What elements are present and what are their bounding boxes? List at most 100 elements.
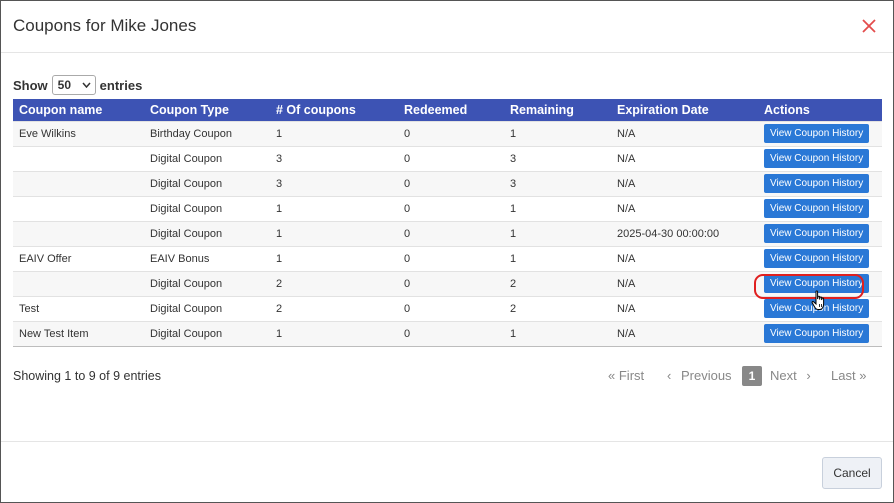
cell-coupon-name: [13, 145, 144, 171]
cell-expiration: N/A: [611, 245, 758, 271]
cell-actions: View Coupon History: [758, 145, 882, 171]
cell-redeemed: 0: [398, 170, 504, 196]
view-coupon-history-button[interactable]: View Coupon History: [764, 149, 870, 168]
cell-actions: View Coupon History: [758, 170, 882, 196]
coupons-table: Coupon name Coupon Type # Of coupons Red…: [13, 99, 882, 347]
cell-expiration: N/A: [611, 195, 758, 221]
column-header-count[interactable]: # Of coupons: [270, 99, 398, 121]
pagination-last[interactable]: Last »: [831, 366, 866, 386]
double-chevron-left-icon: «: [608, 368, 616, 383]
cell-coupon-type: Digital Coupon: [144, 270, 270, 296]
cell-actions: View Coupon History: [758, 220, 882, 246]
cell-expiration: N/A: [611, 145, 758, 171]
cell-actions: View Coupon History: [758, 195, 882, 221]
entries-per-page-select[interactable]: 50: [51, 75, 96, 95]
cell-coupon-type: Digital Coupon: [144, 295, 270, 321]
entries-per-page-value: 50: [57, 78, 72, 92]
cell-coupon-type: Digital Coupon: [144, 320, 270, 347]
cancel-button[interactable]: Cancel: [822, 457, 882, 489]
cell-redeemed: 0: [398, 220, 504, 246]
cell-remaining: 1: [504, 195, 611, 221]
cell-coupon-type: Birthday Coupon: [144, 120, 270, 146]
table-row: Eve Wilkins Birthday Coupon 1 0 1 N/A View Cou…: [13, 120, 882, 146]
cell-remaining: 1: [504, 220, 611, 246]
table-row: Digital Coupon 3 0 3 N/A View Coupon History: [13, 170, 882, 196]
cell-coupon-name: Test: [13, 295, 144, 321]
view-coupon-history-button[interactable]: View Coupon History: [764, 274, 870, 293]
close-button[interactable]: [859, 15, 879, 37]
column-header-remaining[interactable]: Remaining: [504, 99, 611, 121]
cell-count: 1: [270, 195, 398, 221]
column-header-actions: Actions: [758, 99, 882, 121]
pagination-first-label: First: [618, 368, 645, 383]
pagination-current-page[interactable]: 1: [742, 366, 762, 386]
cell-coupon-name: [13, 170, 144, 196]
cell-remaining: 3: [504, 145, 611, 171]
cell-actions: View Coupon History: [758, 320, 882, 347]
cell-coupon-name: EAIV Offer: [13, 245, 144, 271]
chevron-right-icon: ›: [806, 368, 811, 383]
view-coupon-history-button[interactable]: View Coupon History: [764, 299, 870, 318]
view-coupon-history-button[interactable]: View Coupon History: [764, 249, 870, 268]
cell-coupon-type: Digital Coupon: [144, 145, 270, 171]
cell-remaining: 3: [504, 170, 611, 196]
cell-count: 1: [270, 220, 398, 246]
cell-actions: View Coupon History: [758, 120, 882, 146]
double-chevron-right-icon: »: [859, 368, 867, 383]
cell-coupon-type: EAIV Bonus: [144, 245, 270, 271]
cell-coupon-name: [13, 270, 144, 296]
cell-count: 1: [270, 320, 398, 347]
pagination-next[interactable]: Next ›: [770, 366, 811, 386]
chevron-down-icon: [82, 82, 91, 88]
length-suffix: entries: [99, 77, 143, 93]
cell-count: 3: [270, 145, 398, 171]
cell-actions: View Coupon History: [758, 295, 882, 321]
cell-redeemed: 0: [398, 295, 504, 321]
cell-count: 2: [270, 270, 398, 296]
view-coupon-history-button[interactable]: View Coupon History: [764, 124, 870, 143]
view-coupon-history-button[interactable]: View Coupon History: [764, 224, 870, 243]
view-coupon-history-button[interactable]: View Coupon History: [764, 174, 870, 193]
coupons-modal: Coupons for Mike Jones Show 50 entries C…: [0, 0, 894, 503]
cell-redeemed: 0: [398, 320, 504, 347]
table-row: Test Digital Coupon 2 0 2 N/A View Coupon Hist…: [13, 295, 882, 321]
pagination-last-label: Last: [831, 368, 856, 383]
cell-coupon-name: [13, 220, 144, 246]
close-icon: [862, 19, 876, 33]
table-header-row: Coupon name Coupon Type # Of coupons Red…: [13, 99, 882, 121]
column-header-coupon-name[interactable]: Coupon name: [13, 99, 144, 121]
cell-expiration: N/A: [611, 120, 758, 146]
view-coupon-history-button[interactable]: View Coupon History: [764, 324, 870, 343]
cell-actions: View Coupon History: [758, 245, 882, 271]
table-row: EAIV Offer EAIV Bonus 1 0 1 N/A View Coupon Hi…: [13, 245, 882, 271]
pagination-previous[interactable]: ‹ Previous: [667, 366, 732, 386]
cell-redeemed: 0: [398, 120, 504, 146]
modal-footer: [1, 441, 893, 442]
table-info: Showing 1 to 9 of 9 entries: [13, 369, 162, 383]
cell-count: 1: [270, 245, 398, 271]
column-header-redeemed[interactable]: Redeemed: [398, 99, 504, 121]
cell-remaining: 2: [504, 295, 611, 321]
cell-count: 3: [270, 170, 398, 196]
pagination-first[interactable]: « First: [608, 366, 644, 386]
table-row: Digital Coupon 1 0 1 2025-04-30 00:00:00 View…: [13, 220, 882, 246]
table-row: Digital Coupon 2 0 2 N/A View Coupon History: [13, 270, 882, 296]
table-row: Digital Coupon 3 0 3 N/A View Coupon History: [13, 145, 882, 171]
column-header-coupon-type[interactable]: Coupon Type: [144, 99, 270, 121]
cell-actions: View Coupon History: [758, 270, 882, 296]
cell-coupon-name: [13, 195, 144, 221]
pagination-next-label: Next: [770, 368, 797, 383]
pagination-previous-label: Previous: [680, 368, 732, 383]
column-header-expiration[interactable]: Expiration Date: [611, 99, 758, 121]
view-coupon-history-button[interactable]: View Coupon History: [764, 199, 870, 218]
cell-remaining: 1: [504, 320, 611, 347]
cell-expiration: N/A: [611, 295, 758, 321]
cell-coupon-type: Digital Coupon: [144, 195, 270, 221]
cell-coupon-type: Digital Coupon: [144, 170, 270, 196]
cell-expiration: N/A: [611, 270, 758, 296]
cell-coupon-type: Digital Coupon: [144, 220, 270, 246]
length-prefix: Show: [13, 77, 48, 93]
cell-remaining: 2: [504, 270, 611, 296]
table-row: New Test Item Digital Coupon 1 0 1 N/A View Co…: [13, 320, 882, 347]
cell-count: 2: [270, 295, 398, 321]
